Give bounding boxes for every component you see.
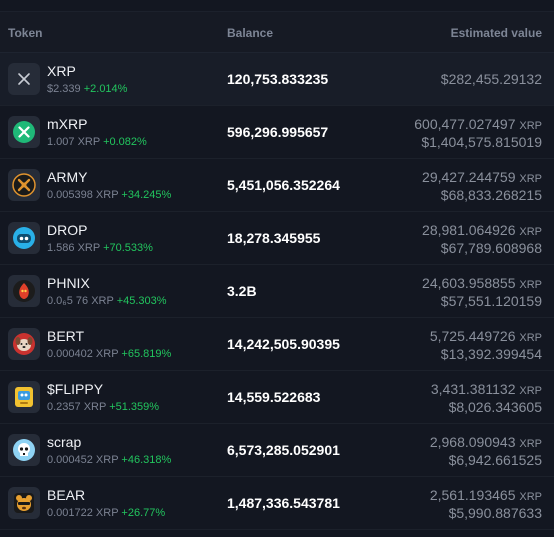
drop-mascot-icon	[8, 222, 40, 254]
token-row-scrap[interactable]: scrap 0.000452 XRP +46.318% 6,573,285.05…	[0, 424, 554, 477]
token-value-usd: $5,990.887633	[448, 505, 542, 521]
token-balance: 596,296.995657	[227, 124, 329, 140]
token-value-xrp: 600,477.027497 XRP	[414, 116, 542, 132]
token-price: 1.586 XRP +70.533%	[47, 242, 153, 254]
token-value-usd: $6,942.661525	[448, 452, 542, 468]
token-row-drop[interactable]: DROP 1.586 XRP +70.533% 18,278.345955 28…	[0, 212, 554, 265]
token-name: PHNIX	[47, 275, 90, 291]
token-value-xrp: 5,725.449726 XRP	[429, 328, 542, 344]
token-row-army[interactable]: ARMY 0.005398 XRP +34.245% 5,451,056.352…	[0, 159, 554, 212]
token-balance: 14,242,505.90395	[227, 336, 340, 352]
header-estimated-value: Estimated value	[450, 26, 542, 40]
bear-icon	[8, 487, 40, 519]
token-name: scrap	[47, 434, 82, 450]
token-balance: 1,487,336.543781	[227, 495, 340, 511]
token-name: $FLIPPY	[47, 381, 104, 397]
token-value-usd: $57,551.120159	[440, 293, 542, 309]
token-balance: 120,753.833235	[227, 71, 329, 87]
token-row-xrp[interactable]: XRP $2.339 +2.014% 120,753.833235 $282,4…	[0, 53, 554, 106]
mxrp-coin-icon	[8, 116, 40, 148]
token-change: +26.77%	[121, 507, 166, 519]
token-change: +70.533%	[103, 242, 153, 254]
token-value-usd: $1,404,575.815019	[421, 134, 542, 150]
token-change: +45.303%	[116, 295, 167, 307]
token-price: 0.2357 XRP +51.359%	[47, 401, 160, 413]
token-price: $2.339 +2.014%	[47, 83, 128, 95]
token-value-usd: $13,392.399454	[440, 346, 542, 362]
token-value-usd: $67,789.608968	[440, 240, 542, 256]
army-emblem-icon	[8, 169, 40, 201]
token-row-flippy[interactable]: $FLIPPY 0.2357 XRP +51.359% 14,559.52268…	[0, 371, 554, 424]
token-row-phnix[interactable]: PHNIX 0.0₆5 76 XRP +45.303% 3.2B 24,603.…	[0, 265, 554, 318]
token-change: +34.245%	[121, 189, 172, 201]
token-balance: 18,278.345955	[227, 230, 321, 246]
token-change: +2.014%	[83, 83, 128, 95]
token-row-mxrp[interactable]: mXRP 1.007 XRP +0.082% 596,296.995657 60…	[0, 106, 554, 159]
token-price: 1.007 XRP +0.082%	[47, 136, 147, 148]
token-name: mXRP	[47, 116, 88, 132]
token-value-xrp: 24,603.958855 XRP	[422, 275, 542, 291]
token-name: BEAR	[47, 487, 86, 503]
token-value-xrp: 28,981.064926 XRP	[422, 222, 542, 238]
token-balances-panel: Token Balance Estimated value XRP $2.339…	[0, 0, 554, 537]
token-balance: 3.2B	[227, 283, 257, 299]
token-name: ARMY	[47, 169, 88, 185]
token-value-xrp: 3,431.381132 XRP	[430, 381, 542, 397]
token-change: +51.359%	[109, 401, 160, 413]
token-price: 0.0₆5 76 XRP +45.303%	[47, 295, 167, 307]
token-price: 0.005398 XRP +34.245%	[47, 189, 172, 201]
token-name: BERT	[47, 328, 85, 344]
token-row-bear[interactable]: BEAR 0.001722 XRP +26.77% 1,487,336.5437…	[0, 477, 554, 530]
token-price: 0.000402 XRP +65.819%	[47, 348, 172, 360]
header-balance: Balance	[227, 26, 274, 40]
token-name: XRP	[47, 63, 76, 79]
scrap-skull-icon	[8, 434, 40, 466]
xrp-x-icon	[8, 63, 40, 95]
token-value-xrp: 29,427.244759 XRP	[422, 169, 542, 185]
token-value-xrp: 2,561.193465 XRP	[429, 487, 542, 503]
bert-dog-icon	[8, 328, 40, 360]
token-value-usd: $68,833.268215	[440, 187, 542, 203]
token-list: XRP $2.339 +2.014% 120,753.833235 $282,4…	[0, 53, 554, 530]
header-token: Token	[8, 26, 43, 40]
token-value-xrp: 2,968.090943 XRP	[429, 434, 542, 450]
token-change: +65.819%	[121, 348, 172, 360]
table-header: Token Balance Estimated value	[0, 12, 554, 53]
token-change: +0.082%	[103, 136, 147, 148]
phoenix-icon	[8, 275, 40, 307]
token-change: +46.318%	[121, 454, 172, 466]
token-value-usd: $282,455.29132	[440, 71, 542, 87]
token-price: 0.000452 XRP +46.318%	[47, 454, 172, 466]
token-value-usd: $8,026.343605	[448, 399, 542, 415]
token-balance: 6,573,285.052901	[227, 442, 340, 458]
token-row-bert[interactable]: BERT 0.000402 XRP +65.819% 14,242,505.90…	[0, 318, 554, 371]
token-balance: 14,559.522683	[227, 389, 321, 405]
token-name: DROP	[47, 222, 88, 238]
token-balance: 5,451,056.352264	[227, 177, 340, 193]
token-price: 0.001722 XRP +26.77%	[47, 507, 166, 519]
flippy-icon	[8, 381, 40, 413]
